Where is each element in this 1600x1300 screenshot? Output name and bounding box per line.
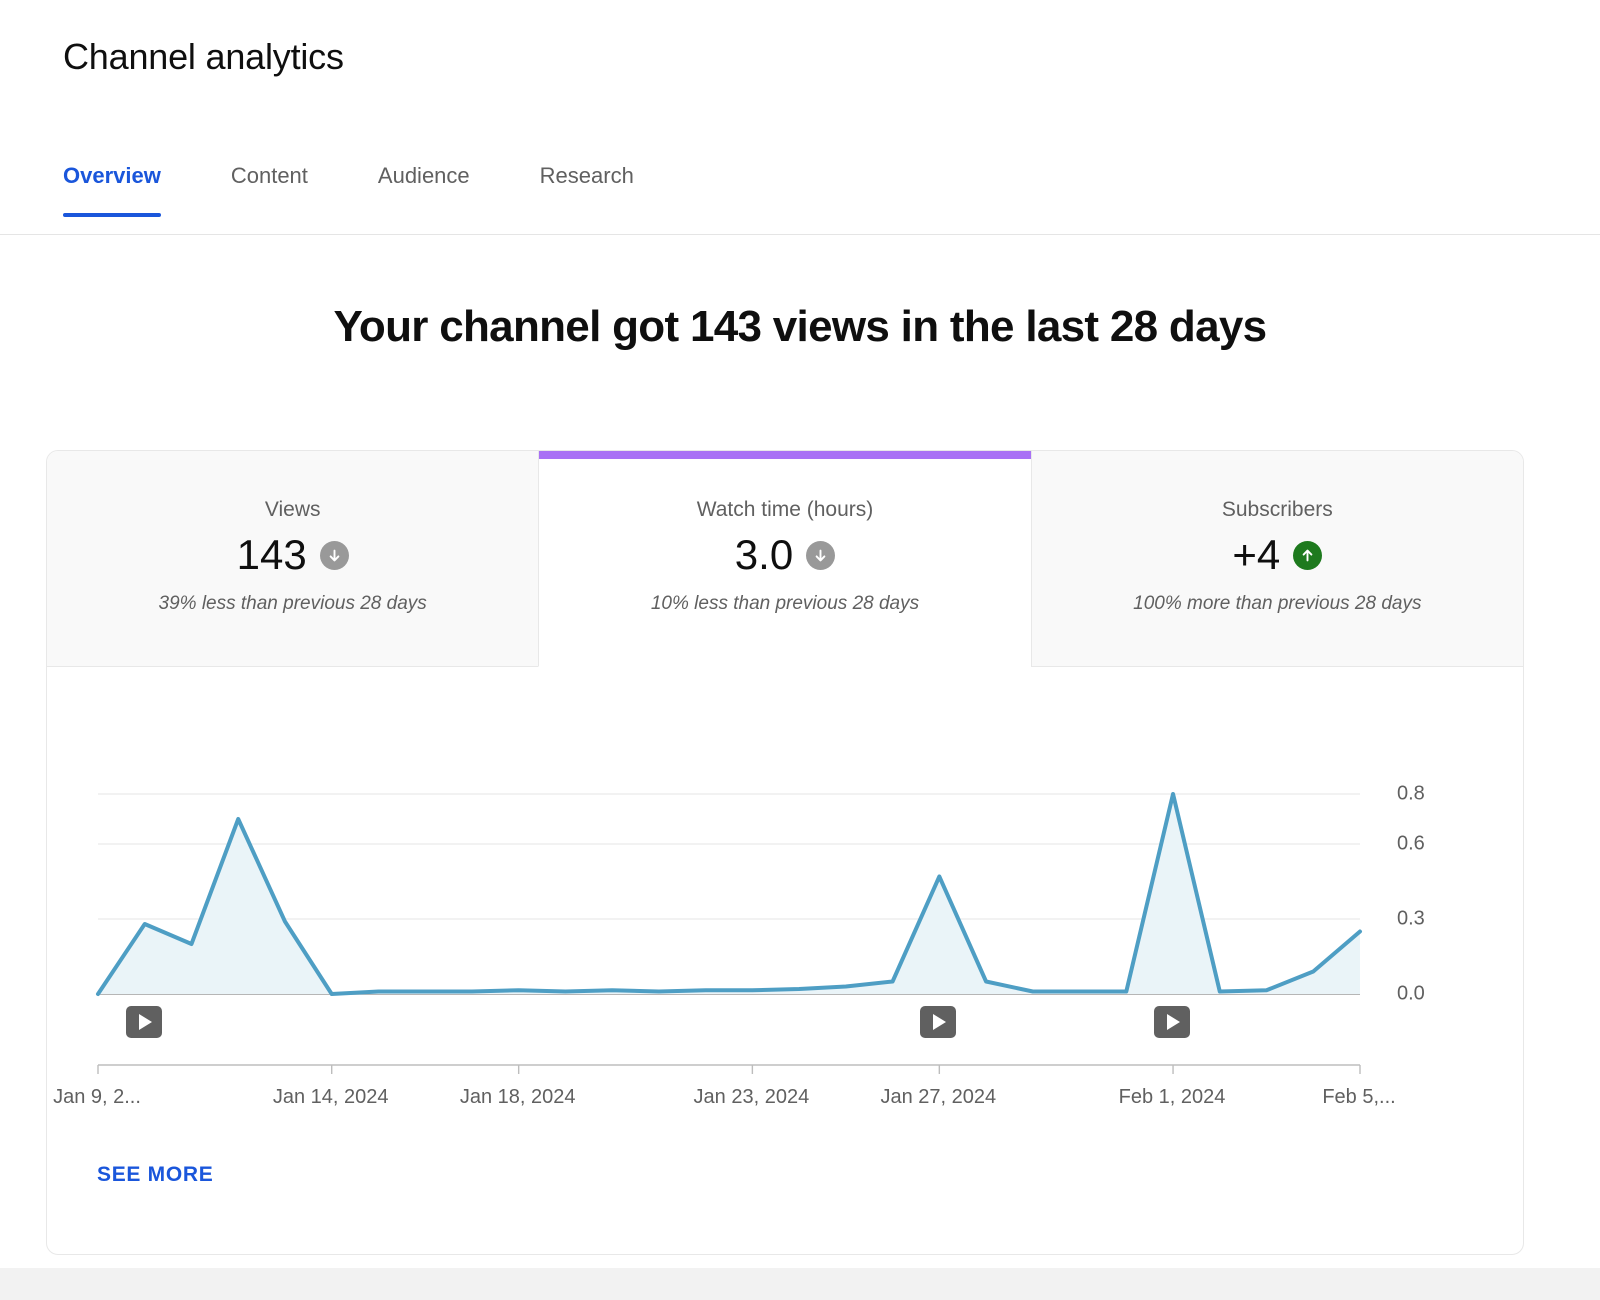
see-more-link[interactable]: SEE MORE xyxy=(97,1163,213,1187)
y-axis-label: 0.6 xyxy=(1397,833,1425,856)
y-axis-labels: 0.8 0.6 0.3 0.0 xyxy=(1397,667,1507,1137)
x-axis-label: Jan 14, 2024 xyxy=(273,1086,389,1109)
chart-area-fill xyxy=(98,794,1360,994)
y-axis-label: 0.0 xyxy=(1397,983,1425,1006)
metric-label: Watch time (hours) xyxy=(697,498,874,522)
active-indicator xyxy=(539,451,1030,459)
x-axis-label: Jan 27, 2024 xyxy=(881,1086,997,1109)
active-indicator xyxy=(1032,451,1523,459)
video-play-icon[interactable] xyxy=(126,1006,162,1038)
arrow-down-circle-icon xyxy=(320,541,349,570)
x-axis-label: Jan 23, 2024 xyxy=(694,1086,810,1109)
tab-audience[interactable]: Audience xyxy=(378,155,470,217)
metric-value: +4 xyxy=(1232,534,1280,576)
bottom-strip xyxy=(0,1268,1600,1300)
tab-content[interactable]: Content xyxy=(231,155,308,217)
metric-value: 3.0 xyxy=(735,534,793,576)
play-triangle-icon xyxy=(1167,1014,1180,1030)
metric-value-row: 143 xyxy=(237,534,349,576)
video-play-icon[interactable] xyxy=(920,1006,956,1038)
y-axis-label: 0.3 xyxy=(1397,908,1425,931)
metric-comparison: 39% less than previous 28 days xyxy=(159,593,427,615)
y-axis-label: 0.8 xyxy=(1397,783,1425,806)
metric-card-subscribers[interactable]: Subscribers +4 100% more than previous 28 … xyxy=(1031,451,1523,667)
play-triangle-icon xyxy=(933,1014,946,1030)
chart-plot-area xyxy=(47,667,1523,1137)
headline: Your channel got 143 views in the last 2… xyxy=(0,302,1600,352)
metric-card-views[interactable]: Views 143 39% less than previous 28 days xyxy=(47,451,538,667)
tab-overview[interactable]: Overview xyxy=(63,155,161,217)
metric-label: Subscribers xyxy=(1222,498,1333,522)
page-title: Channel analytics xyxy=(63,36,344,78)
analytics-card: Views 143 39% less than previous 28 days Wa… xyxy=(46,450,1524,1255)
metric-label: Views xyxy=(265,498,321,522)
metric-cards: Views 143 39% less than previous 28 days Wa… xyxy=(47,451,1523,667)
metric-value: 143 xyxy=(237,534,307,576)
video-play-icon[interactable] xyxy=(1154,1006,1190,1038)
tabs-list: Overview Content Audience Research xyxy=(63,155,704,217)
arrow-up-circle-icon xyxy=(1293,541,1322,570)
metric-comparison: 100% more than previous 28 days xyxy=(1133,593,1421,615)
metric-card-watch-time-hours[interactable]: Watch time (hours) 3.0 10% less than previ… xyxy=(538,451,1030,667)
channel-analytics-page: Channel analytics Overview Content Audienc… xyxy=(0,0,1600,1300)
x-axis-label: Jan 18, 2024 xyxy=(460,1086,576,1109)
arrow-down-circle-icon xyxy=(806,541,835,570)
x-axis-label: Jan 9, 2... xyxy=(53,1086,141,1109)
tab-bar: Overview Content Audience Research xyxy=(0,155,1600,235)
tab-research[interactable]: Research xyxy=(540,155,634,217)
metric-comparison: 10% less than previous 28 days xyxy=(651,593,919,615)
active-indicator xyxy=(47,451,538,459)
x-axis-label: Feb 1, 2024 xyxy=(1119,1086,1226,1109)
watch-time-chart[interactable]: 0.8 0.6 0.3 0.0 xyxy=(47,667,1523,1137)
metric-value-row: +4 xyxy=(1232,534,1322,576)
play-triangle-icon xyxy=(139,1014,152,1030)
metric-value-row: 3.0 xyxy=(735,534,835,576)
x-axis-label: Feb 5,... xyxy=(1322,1086,1395,1109)
